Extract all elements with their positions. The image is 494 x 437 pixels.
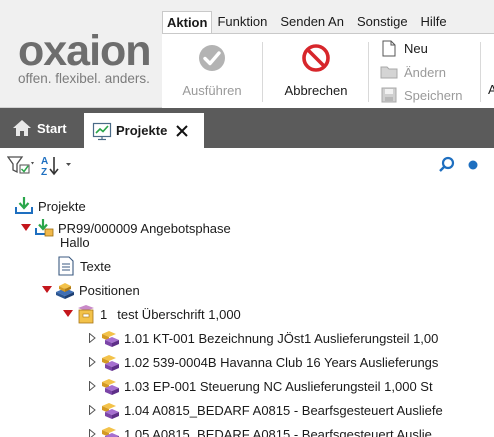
item-boxes-icon [100,400,120,420]
menu-tab-funktion[interactable]: Funktion [212,11,272,33]
tree-node-label: 1.04 A0815_BEDARF A0815 - Bearfsgesteuer… [124,402,443,418]
ribbon-divider [368,42,369,102]
tab-projekte[interactable]: Projekte [84,113,204,148]
change-button[interactable]: Ändern [380,61,446,83]
save-button[interactable]: Speichern [380,84,463,106]
save-label: Speichern [404,87,463,103]
change-label: Ändern [404,64,446,80]
floppy-icon [380,86,398,104]
expanded-arrow-icon[interactable] [41,280,53,300]
close-icon[interactable] [175,124,189,138]
collapsed-arrow-icon[interactable] [86,424,98,437]
no-entry-icon [301,43,331,73]
project-label-second-line: Hallo [60,235,90,250]
expanded-arrow-icon[interactable] [62,304,74,324]
tab-projekte-label: Projekte [116,123,168,138]
download-tray-icon [14,196,34,216]
new-label: Neu [404,40,428,56]
tree-node-label: 1.02 539-0004B Havanna Club 16 Years Aus… [124,354,439,370]
tree-node-texts[interactable]: Texte [56,256,111,276]
item-boxes-icon [100,328,120,348]
tree-node-item[interactable]: 1.04 A0815_BEDARF A0815 - Bearfsgesteuer… [86,400,443,420]
tree-node-item[interactable]: 1.02 539-0004B Havanna Club 16 Years Aus… [86,352,438,372]
menu-tab-sonstige[interactable]: Sonstige [352,11,413,33]
tab-start-label: Start [37,120,67,136]
heading-box-icon [76,304,96,324]
expanded-arrow-icon[interactable] [20,218,32,238]
item-boxes-icon [100,424,120,437]
tree-node-positions[interactable]: Positionen [41,280,140,300]
tree-node-label: Texte [80,258,112,274]
collapsed-arrow-icon[interactable] [86,400,98,420]
svg-text:Z: Z [41,167,47,177]
tree-node-label: Positionen [79,282,140,298]
tree-node-label: test Überschrift 1,000 [117,306,241,322]
stack-boxes-icon [55,280,75,300]
tree-node-label: 1.01 KT-001 Bezeichnung JÖst1 Auslieferu… [124,330,439,346]
logo-tagline: offen. flexibel. anders. [18,71,150,86]
menu-tab-aktion[interactable]: Aktion [162,11,213,33]
tree-node-item[interactable]: 1.01 KT-001 Bezeichnung JÖst1 Auslieferu… [86,328,438,348]
menu-tab-senden-an[interactable]: Senden An [275,11,349,33]
logo-wordmark: oxaion [18,27,152,75]
project-tree: Projekte PR99/000009 Angebotsphase Hallo [0,182,494,437]
collapsed-arrow-icon[interactable] [86,328,98,348]
new-button[interactable]: Neu [380,37,428,59]
cancel-label: Abbrechen [284,83,348,98]
tab-start[interactable]: Start [0,108,67,148]
filter-icon[interactable] [6,155,37,175]
sort-az-icon[interactable]: A Z [40,155,74,178]
folder-icon [380,63,398,81]
new-document-icon [380,39,398,57]
check-circle-icon [197,43,227,73]
collapsed-arrow-icon[interactable] [86,352,98,372]
heading-number: 1 [100,306,108,322]
text-document-icon [56,256,76,276]
oxaion-logo: oxaion offen. flexibel. anders. [18,27,152,87]
execute-button[interactable]: Ausführen [172,43,252,98]
tree-node-heading[interactable]: 1 test Überschrift 1,000 [62,304,241,324]
tree-node-label: PR99/000009 Angebotsphase [58,220,231,236]
svg-text:A: A [41,156,48,167]
ribbon-cutoff-label[interactable]: A [488,82,494,97]
tree-node-label: 1.05 A0815_BEDARF A0815 - Bearfsgesteuer… [124,426,432,437]
tree-node-label: 1.03 EP-001 Steuerung NC Auslieferungste… [124,378,433,394]
tree-toolbar: A Z [0,148,494,182]
project-download-icon [34,218,54,238]
ribbon-menu: Aktion Funktion Senden An Sonstige Hilfe [162,11,452,33]
tree-node-label: Projekte [38,198,86,214]
ribbon-panel-aktion: Ausführen Abbrechen Neu Ändern Speichern… [162,33,494,108]
home-icon [12,118,32,138]
tree-node-item[interactable]: 1.03 EP-001 Steuerung NC Auslieferungste… [86,376,433,396]
ribbon: oxaion offen. flexibel. anders. Aktion F… [0,0,494,108]
collapsed-arrow-icon[interactable] [86,376,98,396]
cancel-button[interactable]: Abbrechen [278,43,354,98]
dot-icon[interactable] [466,155,480,175]
tree-node-project[interactable]: PR99/000009 Angebotsphase [20,218,231,238]
tree-node-projects-root[interactable]: Projekte [14,196,86,216]
tree-node-item[interactable]: 1.05 A0815_BEDARF A0815 - Bearfsgesteuer… [86,424,432,437]
ribbon-divider [480,42,481,102]
ribbon-divider [262,42,263,102]
workspace-tab-bar: Start Projekte [0,108,494,148]
menu-tab-hilfe[interactable]: Hilfe [416,11,452,33]
search-icon[interactable] [437,155,457,175]
item-boxes-icon [100,376,120,396]
item-boxes-icon [100,352,120,372]
execute-label: Ausführen [182,83,242,98]
chart-screen-icon [92,121,112,141]
